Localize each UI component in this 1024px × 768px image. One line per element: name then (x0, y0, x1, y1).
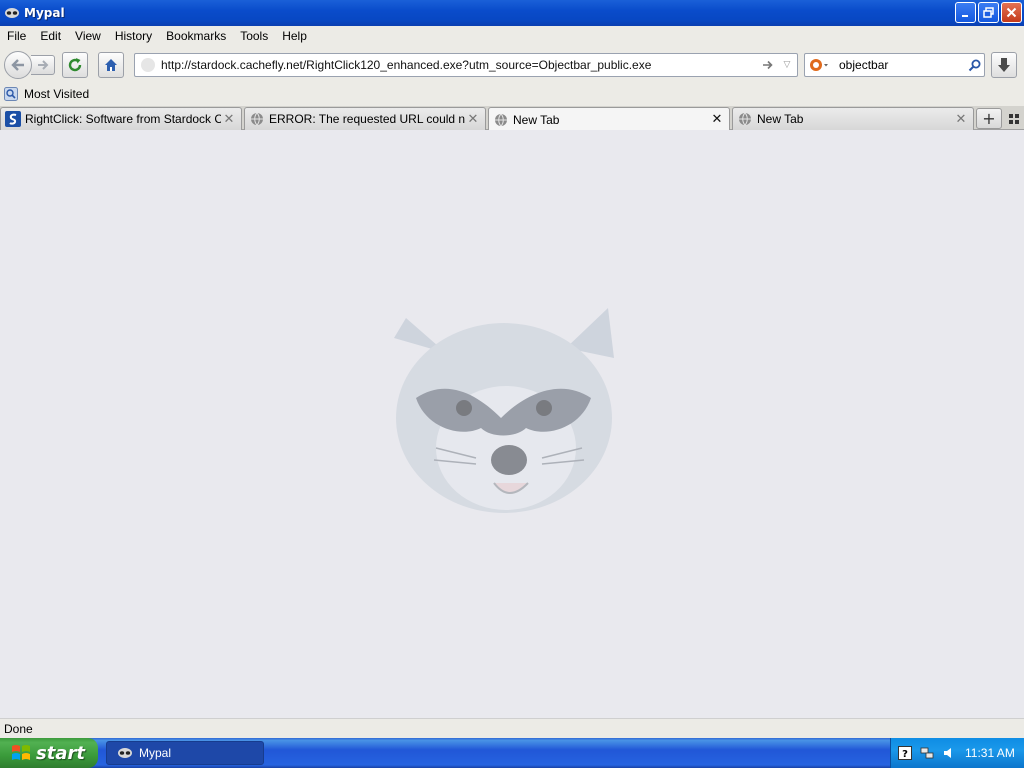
bookmarks-toolbar: Most Visited (0, 82, 1024, 106)
tab-label: New Tab (757, 112, 804, 126)
minimize-button[interactable] (955, 2, 976, 23)
close-window-button[interactable] (1001, 2, 1022, 23)
taskbar: start Mypal ? 11:31 AM (0, 738, 1024, 768)
menu-bookmarks[interactable]: Bookmarks (159, 29, 233, 43)
globe-favicon-icon (493, 112, 509, 128)
globe-favicon-icon (249, 111, 265, 127)
back-arrow-icon (11, 59, 24, 71)
restore-button[interactable] (978, 2, 999, 23)
taskbar-item-label: Mypal (139, 746, 172, 760)
taskbar-item-mypal[interactable]: Mypal (106, 741, 264, 765)
tab-error[interactable]: ERROR: The requested URL could not ... ✕ (244, 107, 486, 130)
search-bar[interactable]: objectbar (804, 53, 985, 77)
network-icon[interactable] (919, 745, 935, 761)
system-tray: ? 11:31 AM (890, 738, 1024, 768)
menu-history[interactable]: History (108, 29, 159, 43)
search-engine-icon[interactable] (805, 58, 831, 72)
smart-bookmark-icon (4, 87, 18, 101)
volume-icon[interactable] (941, 745, 957, 761)
raccoon-logo-icon (394, 308, 614, 513)
back-button[interactable] (4, 51, 32, 79)
menu-view[interactable]: View (68, 29, 108, 43)
help-icon[interactable]: ? (897, 745, 913, 761)
tab-label: ERROR: The requested URL could not ... (269, 112, 465, 126)
navigation-toolbar: http://stardock.cachefly.net/RightClick1… (0, 46, 1024, 82)
home-button[interactable] (98, 52, 124, 78)
start-label: start (36, 742, 85, 764)
go-arrow-icon[interactable] (759, 60, 777, 70)
tab-label: New Tab (513, 112, 560, 127)
menu-tools[interactable]: Tools (233, 29, 275, 43)
downloads-button[interactable] (991, 52, 1017, 78)
back-forward-group (4, 51, 56, 79)
tab-close-icon[interactable]: ✕ (953, 111, 969, 127)
url-input[interactable]: http://stardock.cachefly.net/RightClick1… (161, 58, 759, 72)
address-bar[interactable]: http://stardock.cachefly.net/RightClick1… (134, 53, 798, 77)
menu-file[interactable]: File (0, 29, 33, 43)
stardock-favicon-icon (5, 111, 21, 127)
tab-rightclick[interactable]: RightClick: Software from Stardock Corp.… (0, 107, 242, 130)
tab-strip: RightClick: Software from Stardock Corp.… (0, 106, 1024, 131)
tab-label: RightClick: Software from Stardock Corp.… (25, 112, 221, 126)
bookmark-most-visited[interactable]: Most Visited (4, 87, 89, 101)
tab-close-icon[interactable]: ✕ (709, 112, 725, 128)
tab-new-tab[interactable]: New Tab ✕ (732, 107, 974, 130)
page-content (0, 130, 1024, 718)
site-identity-icon[interactable] (141, 58, 155, 72)
start-button[interactable]: start (0, 738, 98, 768)
status-bar: Done (0, 718, 1024, 738)
tab-close-icon[interactable]: ✕ (221, 111, 237, 127)
forward-arrow-icon (37, 60, 48, 70)
reload-button[interactable] (62, 52, 88, 78)
globe-favicon-icon (737, 111, 753, 127)
new-tab-button[interactable]: + (976, 108, 1002, 129)
search-icon[interactable] (964, 59, 984, 72)
reload-icon (68, 58, 82, 72)
forward-button[interactable] (31, 55, 55, 75)
menu-edit[interactable]: Edit (33, 29, 68, 43)
home-icon (105, 59, 117, 71)
list-all-tabs-icon[interactable] (1005, 108, 1023, 129)
clock[interactable]: 11:31 AM (965, 746, 1015, 760)
status-text: Done (4, 721, 33, 736)
bookmark-label: Most Visited (24, 87, 90, 101)
title-bar[interactable]: Mypal (0, 0, 1024, 26)
tab-close-icon[interactable]: ✕ (465, 111, 481, 127)
svg-text:?: ? (902, 749, 908, 760)
search-input[interactable]: objectbar (831, 58, 964, 72)
menu-help[interactable]: Help (275, 29, 314, 43)
windows-flag-icon (12, 745, 30, 760)
download-arrow-icon (998, 58, 1010, 72)
tab-new-tab-active[interactable]: New Tab ✕ (488, 107, 730, 131)
mypal-logo-icon (4, 5, 20, 21)
menu-bar: File Edit View History Bookmarks Tools H… (0, 26, 1024, 46)
url-dropdown-icon[interactable]: ▽ (777, 60, 797, 70)
window-title: Mypal (24, 6, 65, 20)
mypal-logo-icon (118, 748, 132, 758)
